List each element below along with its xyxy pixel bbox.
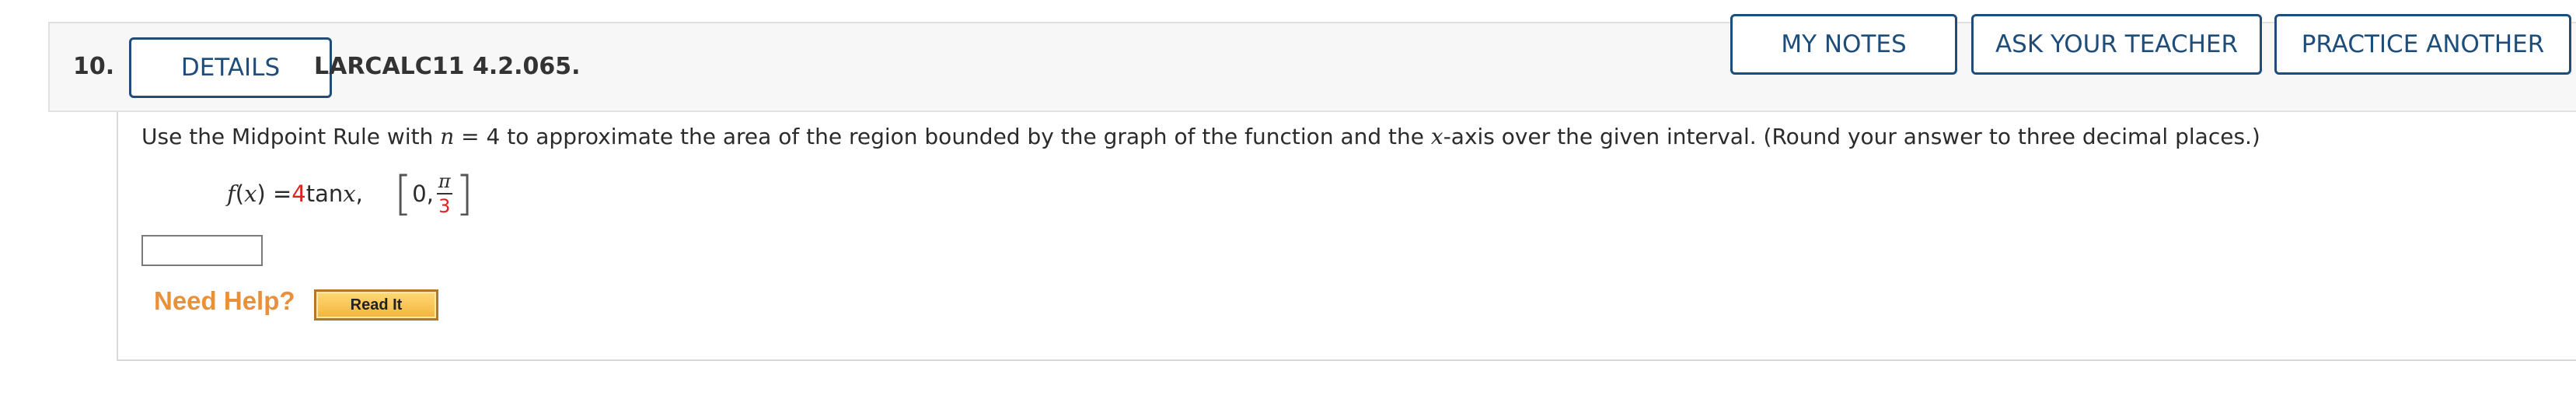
- fraction-denominator: 3: [438, 195, 451, 217]
- formula-equals: ) =: [257, 180, 292, 207]
- question-prompt: Use the Midpoint Rule with n = 4 to appr…: [141, 124, 2260, 149]
- prompt-text-end: -axis over the given interval. (Round yo…: [1443, 124, 2260, 149]
- formula-coefficient: 4: [291, 180, 306, 207]
- formula-open-paren: (: [235, 180, 245, 207]
- interval-start: 0,: [412, 180, 434, 207]
- question-body: Use the Midpoint Rule with n = 4 to appr…: [117, 112, 2576, 361]
- need-help-label: Need Help?: [154, 286, 295, 315]
- ask-your-teacher-button[interactable]: ASK YOUR TEACHER: [1971, 14, 2262, 75]
- formula-comma: ,: [355, 180, 363, 207]
- interval-left-bracket: [: [393, 166, 413, 221]
- question-number: 10.: [73, 53, 115, 80]
- details-button[interactable]: DETAILS: [129, 37, 332, 98]
- prompt-text-middle: = 4 to approximate the area of the regio…: [454, 124, 1431, 149]
- read-it-button[interactable]: Read It: [314, 289, 438, 321]
- function-formula: f(x) = 4 tan x, [ 0, π 3 ]: [227, 166, 473, 221]
- interval: [ 0, π 3 ]: [394, 170, 473, 217]
- interval-right-bracket: ]: [455, 166, 474, 221]
- my-notes-button[interactable]: MY NOTES: [1730, 14, 1957, 75]
- x-variable: x: [1430, 124, 1443, 149]
- interval-fraction: π 3: [436, 172, 452, 217]
- n-variable: n: [440, 124, 455, 149]
- prompt-text-start: Use the Midpoint Rule with: [141, 124, 441, 149]
- fraction-numerator: π: [436, 172, 452, 194]
- question-code: LARCALC11 4.2.065.: [314, 53, 581, 80]
- function-name: f: [227, 180, 236, 207]
- formula-func: tan: [305, 180, 344, 207]
- formula-arg: x: [343, 180, 356, 207]
- practice-another-button[interactable]: PRACTICE ANOTHER: [2274, 14, 2571, 75]
- formula-x: x: [244, 180, 257, 207]
- answer-input[interactable]: [141, 235, 263, 266]
